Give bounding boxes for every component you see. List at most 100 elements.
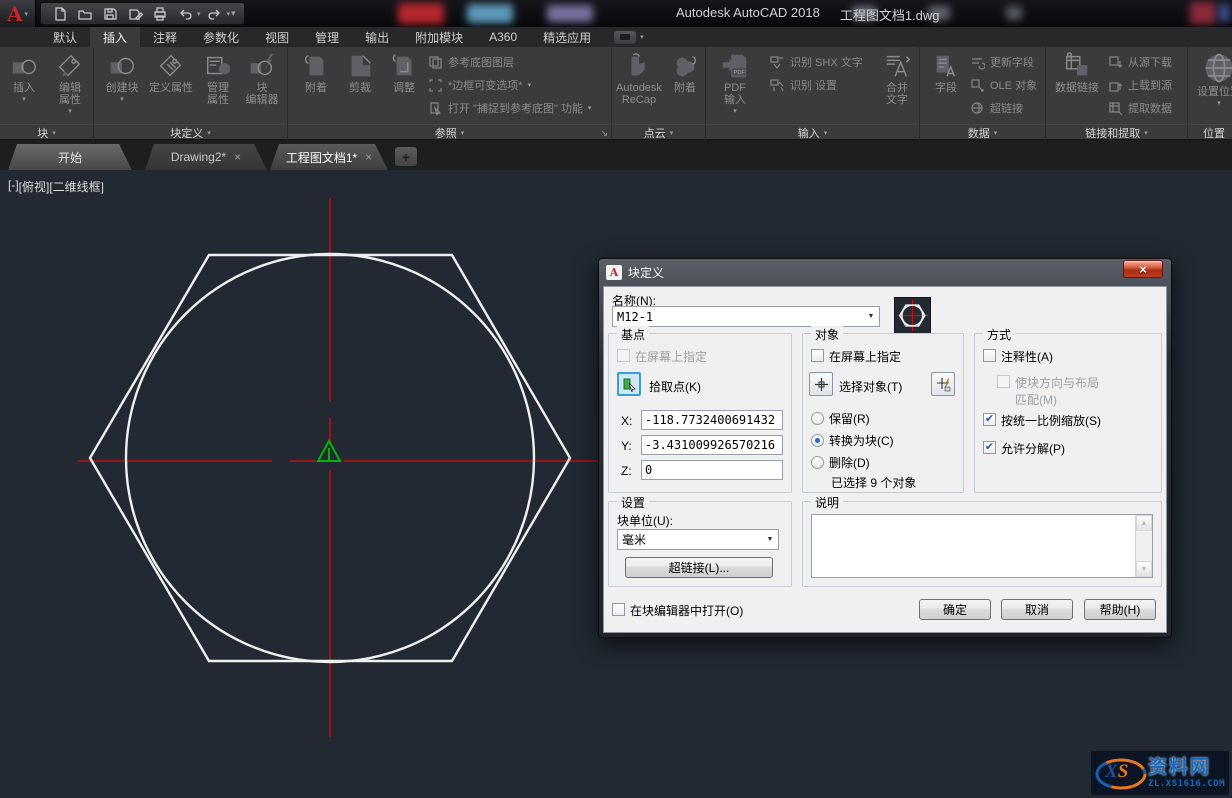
tab-注释[interactable]: 注释 xyxy=(140,27,190,47)
help-button[interactable]: 帮助(H) xyxy=(1084,599,1156,620)
tab-附加模块[interactable]: 附加模块 xyxy=(402,27,476,47)
scale-uniformly-checkbox[interactable]: ✔ 按统一比例缩放(S) xyxy=(983,412,1101,429)
underlay-layers-button[interactable]: 参考底图图层 xyxy=(428,54,514,70)
pick-point-button[interactable] xyxy=(617,372,641,396)
z-input[interactable] xyxy=(641,460,783,480)
insert-block-button[interactable]: 插入▾ xyxy=(2,50,46,106)
checkbox-checked-icon: ✔ xyxy=(983,441,996,454)
checkbox-icon xyxy=(612,603,625,616)
quick-select-button[interactable] xyxy=(931,372,955,396)
chevron-down-icon[interactable]: ▼ xyxy=(863,313,879,320)
panel-title-block-definition[interactable]: 块定义▾ xyxy=(94,124,287,140)
download-from-source-button[interactable]: 从源下载 xyxy=(1108,54,1172,70)
retain-radio[interactable]: 保留(R) xyxy=(811,410,870,427)
undo-dropdown-icon[interactable]: ▾ xyxy=(197,10,201,18)
block-name-combo[interactable]: M12-1 ▼ xyxy=(612,306,880,327)
ole-object-button[interactable]: OLE 对象 xyxy=(970,77,1037,93)
new-file-button[interactable] xyxy=(49,4,71,24)
annotative-checkbox[interactable]: 注释性(A) xyxy=(983,348,1053,365)
y-label: Y: xyxy=(621,439,632,453)
app-menu-button[interactable]: A▾ xyxy=(0,0,36,27)
recognize-shx-text-button[interactable]: 识别 SHX 文字 xyxy=(770,54,863,70)
plot-button[interactable] xyxy=(149,4,171,24)
open-in-block-editor-checkbox[interactable]: 在块编辑器中打开(O) xyxy=(612,602,743,619)
drawing-canvas[interactable]: [-] [俯视] [二维线框] XS xyxy=(0,170,1232,798)
field-button[interactable]: 字段 xyxy=(926,50,966,94)
block-lightning-icon xyxy=(246,50,278,82)
tab-精选应用[interactable]: 精选应用 xyxy=(530,27,604,47)
set-location-button[interactable]: 设置位置▾ xyxy=(1190,50,1232,110)
panel-title-point-cloud[interactable]: 点云▾ xyxy=(612,124,705,140)
dialog-close-button[interactable]: × xyxy=(1123,260,1163,278)
file-tab-start[interactable]: 开始 xyxy=(8,144,132,170)
delete-radio[interactable]: 删除(D) xyxy=(811,454,870,471)
ok-button[interactable]: 确定 xyxy=(919,599,991,620)
hyperlink-dialog-button[interactable]: 超链接(L)... xyxy=(625,557,773,578)
hyperlink-button[interactable]: 超链接 xyxy=(970,100,1023,116)
tab-输出[interactable]: 输出 xyxy=(352,27,402,47)
cancel-button[interactable]: 取消 xyxy=(1001,599,1073,620)
tab-A360[interactable]: A360 xyxy=(476,27,530,47)
qat-customize-icon[interactable]: ▾ xyxy=(231,8,236,19)
save-button[interactable] xyxy=(99,4,121,24)
update-fields-button[interactable]: 更新字段 xyxy=(970,54,1034,70)
panel-title-block[interactable]: 块▾ xyxy=(0,124,93,140)
tab-视图[interactable]: 视图 xyxy=(252,27,302,47)
upload-to-source-button[interactable]: 上载到源 xyxy=(1108,77,1172,93)
autodesk-recap-button[interactable]: AutodeskReCap xyxy=(614,50,664,106)
save-as-button[interactable] xyxy=(124,4,146,24)
block-editor-button[interactable]: 块编辑器 xyxy=(240,50,284,106)
description-textarea[interactable]: ▲ ▼ xyxy=(811,514,1153,578)
panel-title-reference[interactable]: 参照▾ xyxy=(288,124,611,140)
scroll-up-icon[interactable]: ▲ xyxy=(1136,515,1152,531)
close-icon[interactable]: × xyxy=(365,150,372,164)
frames-options-button[interactable]: *边框可变选项*▾ xyxy=(428,77,531,93)
x-input[interactable] xyxy=(641,410,783,430)
panel-title-linking-extraction[interactable]: 链接和提取▾ xyxy=(1046,124,1187,140)
snap-to-underlay-button[interactable]: 打开 "捕捉到参考底图" 功能▾ xyxy=(428,100,591,116)
y-input[interactable] xyxy=(641,435,783,455)
tab-插入[interactable]: 插入 xyxy=(90,27,140,47)
edit-attributes-button[interactable]: 编辑属性▾ xyxy=(48,50,92,118)
scrollbar[interactable]: ▲ ▼ xyxy=(1135,515,1152,577)
define-attributes-button[interactable]: 定义属性 xyxy=(146,50,196,94)
block-unit-combo[interactable]: 毫米 ▼ xyxy=(617,529,779,550)
select-objects-button[interactable] xyxy=(809,372,833,396)
scroll-down-icon[interactable]: ▼ xyxy=(1136,561,1152,577)
new-drawing-tab-button[interactable]: + xyxy=(395,147,417,166)
pdf-import-button[interactable]: PDF PDF输入▾ xyxy=(710,50,760,118)
adjust-button[interactable]: 调整 xyxy=(384,50,424,94)
panel-title-import[interactable]: 输入▾ xyxy=(706,124,919,140)
match-orientation-checkbox: 使块方向与布局匹配(M) xyxy=(997,374,1099,408)
redo-button[interactable] xyxy=(204,4,226,24)
panel-title-location[interactable]: 位置 xyxy=(1188,124,1232,140)
data-link-button[interactable]: 数据链接 xyxy=(1050,50,1104,94)
dialog-launcher-icon[interactable]: ↘ xyxy=(600,128,608,139)
clip-button[interactable]: 剪裁 xyxy=(340,50,380,94)
tab-参数化[interactable]: 参数化 xyxy=(190,27,252,47)
manage-attributes-button[interactable]: 管理属性 xyxy=(198,50,238,106)
point-cloud-attach-button[interactable]: 附着 xyxy=(666,50,704,94)
file-tab-active-document[interactable]: 工程图文档1* × xyxy=(270,144,388,170)
redo-dropdown-icon[interactable]: ▾ xyxy=(227,10,231,18)
close-icon[interactable]: × xyxy=(234,150,241,164)
attach-button[interactable]: 附着 xyxy=(296,50,336,94)
create-block-button[interactable]: 创建块▾ xyxy=(100,50,144,106)
blurred-icon xyxy=(467,4,513,23)
undo-button[interactable] xyxy=(174,4,196,24)
ribbon-display-options-button[interactable]: ▾ xyxy=(614,27,644,47)
objects-specify-on-screen-checkbox[interactable]: 在屏幕上指定 xyxy=(811,348,901,365)
combine-text-button[interactable]: 合并文字 xyxy=(878,50,916,106)
tab-默认[interactable]: 默认 xyxy=(40,27,90,47)
open-file-button[interactable] xyxy=(74,4,96,24)
recognition-settings-button[interactable]: 识别 设置 xyxy=(770,77,837,93)
radio-icon xyxy=(811,456,824,469)
convert-to-block-radio[interactable]: 转换为块(C) xyxy=(811,432,894,449)
chevron-down-icon[interactable]: ▼ xyxy=(762,536,778,543)
extract-data-button[interactable]: 提取数据 xyxy=(1108,100,1172,116)
tab-管理[interactable]: 管理 xyxy=(302,27,352,47)
dialog-title-bar[interactable]: A 块定义 xyxy=(599,259,1171,286)
file-tab-drawing2[interactable]: Drawing2* × xyxy=(145,144,267,170)
allow-exploding-checkbox[interactable]: ✔ 允许分解(P) xyxy=(983,440,1065,457)
panel-title-data[interactable]: 数据▾ xyxy=(920,124,1045,140)
